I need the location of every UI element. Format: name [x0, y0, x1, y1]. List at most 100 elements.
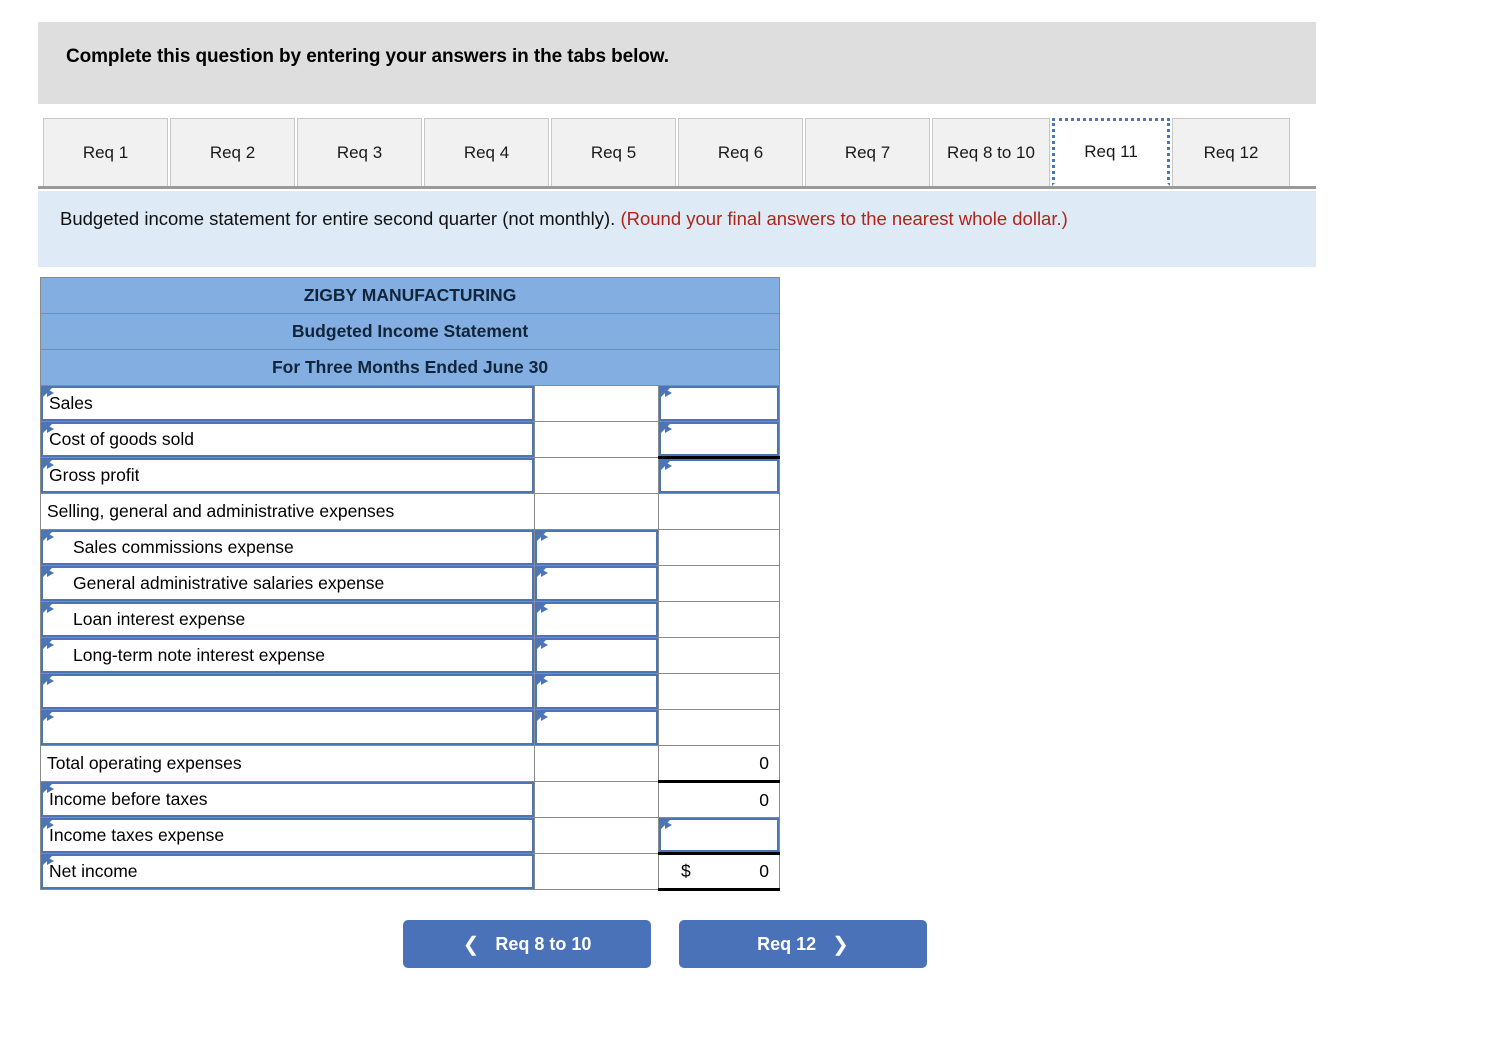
- question-header: Complete this question by entering your …: [38, 22, 1316, 104]
- row-label-cell[interactable]: General administrative salaries expense: [40, 565, 535, 602]
- row-amount-cell: 0: [657, 745, 781, 782]
- row-subtotal-cell[interactable]: [534, 637, 659, 674]
- row-subtotal-cell[interactable]: [534, 565, 659, 602]
- tab-req-8-to-10[interactable]: Req 8 to 10: [932, 118, 1050, 186]
- statement-title-row: Budgeted Income Statement: [39, 313, 781, 350]
- row-label-cell[interactable]: Net income: [40, 853, 535, 890]
- row-label-cell[interactable]: Income taxes expense: [40, 817, 535, 854]
- tab-req-2[interactable]: Req 2: [170, 118, 295, 186]
- prev-requirement-button[interactable]: ❮ Req 8 to 10: [403, 920, 651, 968]
- tab-label: Req 8 to 10: [947, 142, 1035, 162]
- row-amount-text: 0: [759, 861, 770, 881]
- row-subtotal-cell: [534, 853, 659, 890]
- chevron-left-icon: ❮: [462, 933, 480, 956]
- question-header-text: Complete this question by entering your …: [66, 46, 669, 67]
- budgeted-income-statement-table: ZIGBY MANUFACTURING Budgeted Income State…: [39, 277, 781, 891]
- row-amount-cell[interactable]: [657, 421, 781, 459]
- row-label-text: General administrative salaries expense: [73, 573, 385, 593]
- table-row: Cost of goods sold: [40, 421, 781, 459]
- row-label-cell[interactable]: [40, 709, 535, 746]
- row-amount-input[interactable]: [659, 818, 780, 852]
- currency-symbol: $: [681, 861, 691, 881]
- table-row: Net income $0: [40, 852, 781, 891]
- row-label-cell[interactable]: Gross profit: [40, 457, 535, 494]
- tab-req-1[interactable]: Req 1: [43, 118, 168, 186]
- row-subtotal-cell: [534, 421, 659, 458]
- row-label-input[interactable]: Net income: [41, 854, 534, 889]
- row-label-static: Selling, general and administrative expe…: [41, 494, 534, 529]
- next-requirement-button[interactable]: Req 12 ❯: [679, 920, 927, 968]
- tab-req-3[interactable]: Req 3: [297, 118, 422, 186]
- statement-title-line: Budgeted Income Statement: [39, 313, 781, 350]
- row-label-cell[interactable]: Income before taxes: [40, 781, 535, 818]
- row-amount-cell[interactable]: [657, 457, 781, 494]
- row-subtotal-input[interactable]: [535, 566, 658, 601]
- row-label-cell[interactable]: Long-term note interest expense: [40, 637, 535, 674]
- row-label-text: Cost of goods sold: [49, 429, 194, 449]
- row-label-cell[interactable]: Sales: [40, 385, 535, 422]
- row-amount-static: [659, 674, 779, 709]
- row-subtotal-static: [535, 386, 658, 421]
- row-subtotal-cell[interactable]: [534, 673, 659, 710]
- row-subtotal-input[interactable]: [535, 638, 658, 673]
- statement-title-row: ZIGBY MANUFACTURING: [39, 277, 781, 314]
- requirement-main: Budgeted income statement for entire sec…: [60, 208, 621, 229]
- row-amount-cell: 0: [657, 780, 781, 818]
- row-amount-input[interactable]: [659, 386, 780, 421]
- row-amount-cell[interactable]: [657, 817, 781, 854]
- tab-label: Req 2: [209, 142, 256, 162]
- row-amount-input[interactable]: [659, 422, 780, 456]
- row-label-cell[interactable]: Sales commissions expense: [40, 529, 535, 566]
- row-label-text: Income taxes expense: [49, 825, 225, 845]
- row-subtotal-static: [535, 782, 658, 817]
- row-subtotal-cell[interactable]: [534, 709, 659, 746]
- row-label-input[interactable]: Loan interest expense: [41, 602, 534, 637]
- tab-req-12[interactable]: Req 12: [1172, 118, 1290, 186]
- row-amount-static: [659, 566, 779, 601]
- row-subtotal-cell[interactable]: [534, 529, 659, 566]
- row-subtotal-static: [535, 494, 658, 529]
- row-label-input[interactable]: Sales commissions expense: [41, 530, 534, 565]
- row-subtotal-input[interactable]: [535, 602, 658, 637]
- row-subtotal-input[interactable]: [535, 674, 658, 709]
- tab-label: Req 1: [82, 142, 129, 162]
- row-subtotal-input[interactable]: [535, 530, 658, 565]
- row-amount-cell: [657, 529, 781, 566]
- row-subtotal-static: [535, 422, 658, 457]
- tab-req-5[interactable]: Req 5: [551, 118, 676, 186]
- row-subtotal-static: [535, 746, 658, 781]
- row-label-cell: Total operating expenses: [40, 745, 535, 782]
- row-label-input[interactable]: Income taxes expense: [41, 818, 534, 853]
- table-row: Long-term note interest expense: [40, 637, 781, 674]
- row-label-text: Net income: [49, 861, 138, 881]
- tab-req-7[interactable]: Req 7: [805, 118, 930, 186]
- row-amount-static: [659, 602, 779, 637]
- row-amount-cell[interactable]: [657, 385, 781, 422]
- row-amount-cell: [657, 673, 781, 710]
- row-subtotal-cell: [534, 457, 659, 494]
- row-amount-static: [659, 710, 779, 745]
- row-label-cell[interactable]: Cost of goods sold: [40, 421, 535, 458]
- row-amount-input[interactable]: [659, 459, 780, 493]
- row-label-input[interactable]: Long-term note interest expense: [41, 638, 534, 673]
- table-row: Sales commissions expense: [40, 529, 781, 566]
- row-label-cell[interactable]: [40, 673, 535, 710]
- row-subtotal-cell[interactable]: [534, 601, 659, 638]
- row-label-text: Long-term note interest expense: [73, 645, 325, 665]
- row-label-input[interactable]: Income before taxes: [41, 782, 534, 817]
- row-subtotal-input[interactable]: [535, 710, 658, 745]
- row-amount-text: 0: [759, 789, 770, 810]
- row-label-input[interactable]: [41, 710, 534, 745]
- row-label-cell[interactable]: Loan interest expense: [40, 601, 535, 638]
- row-label-input[interactable]: Cost of goods sold: [41, 422, 534, 457]
- row-label-input[interactable]: [41, 674, 534, 709]
- row-label-input[interactable]: General administrative salaries expense: [41, 566, 534, 601]
- row-label-text: Gross profit: [49, 465, 140, 485]
- tab-req-4[interactable]: Req 4: [424, 118, 549, 186]
- tab-req-6[interactable]: Req 6: [678, 118, 803, 186]
- row-label-input[interactable]: Sales: [41, 386, 534, 421]
- row-amount-static: [659, 638, 779, 673]
- row-label-input[interactable]: Gross profit: [41, 458, 534, 493]
- tab-req-11[interactable]: Req 11: [1052, 118, 1170, 186]
- requirement-tabs: Req 1 Req 2 Req 3 Req 4 Req 5 Req 6 Req 7 Req 8…: [38, 118, 1316, 189]
